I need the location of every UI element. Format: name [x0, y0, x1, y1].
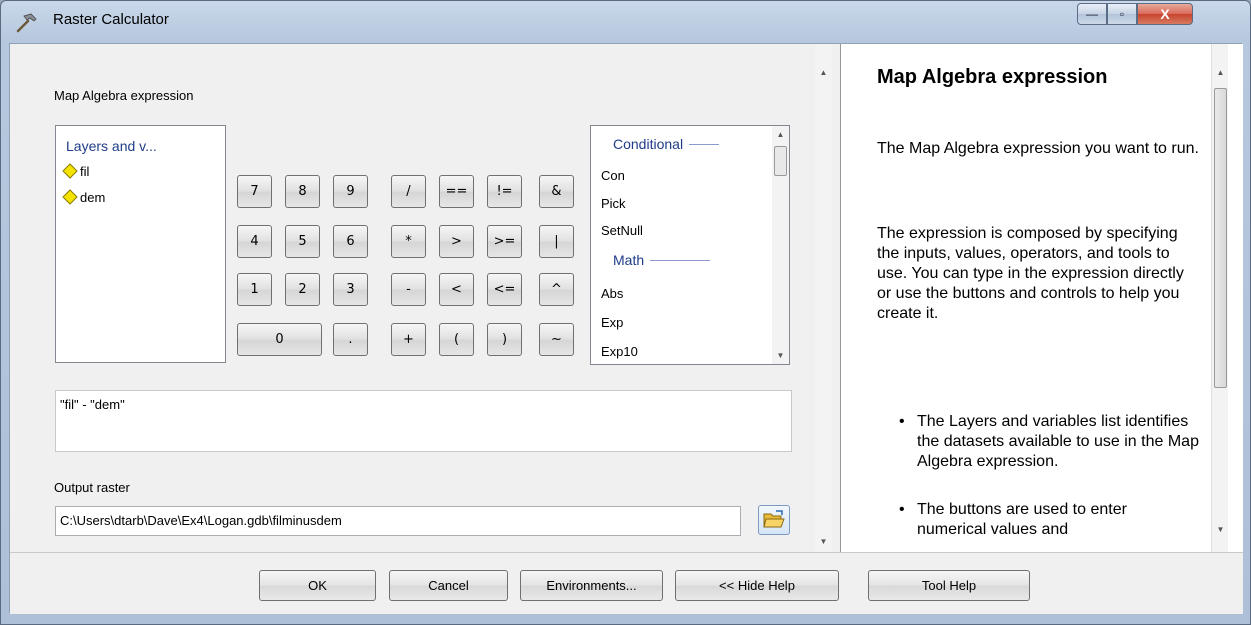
maximize-button[interactable]: ▫ [1107, 3, 1137, 25]
tool-item-abs[interactable]: Abs [601, 286, 623, 301]
category-conditional: Conditional [613, 136, 720, 152]
layer-item-dem[interactable]: dem [62, 189, 105, 205]
key-close-paren[interactable]: ) [487, 323, 522, 356]
key-less-equal[interactable]: <= [487, 273, 522, 306]
key-2[interactable]: 2 [285, 273, 320, 306]
tool-item-pick[interactable]: Pick [601, 196, 626, 211]
scroll-down-arrow-icon[interactable]: ▼ [815, 533, 832, 550]
output-raster-input[interactable]: C:\Users\dtarb\Dave\Ex4\Logan.gdb\filmin… [55, 506, 741, 536]
expression-textbox[interactable]: "fil" - "dem" [55, 390, 792, 452]
close-icon: X [1160, 6, 1170, 22]
tool-item-setnull[interactable]: SetNull [601, 223, 643, 238]
key-plus[interactable]: + [391, 323, 426, 356]
key-not[interactable]: ~ [539, 323, 574, 356]
scroll-up-arrow-icon[interactable]: ▲ [772, 126, 789, 143]
raster-layer-diamond-icon [62, 189, 78, 205]
key-less[interactable]: < [439, 273, 474, 306]
help-bullet: The buttons are used to enter numerical … [899, 500, 1199, 540]
key-8[interactable]: 8 [285, 175, 320, 208]
dialog-button-bar: OK Cancel Environments... << Hide Help T… [10, 552, 1243, 614]
key-or[interactable]: | [539, 225, 574, 258]
key-open-paren[interactable]: ( [439, 323, 474, 356]
key-greater-equal[interactable]: >= [487, 225, 522, 258]
close-button[interactable]: X [1137, 3, 1193, 25]
tools-list[interactable]: Conditional Con Pick SetNull Math Abs Ex… [590, 125, 790, 365]
layer-name: dem [80, 189, 106, 205]
title-bar[interactable]: Raster Calculator — ▫ X [1, 1, 1250, 43]
raster-layer-diamond-icon [62, 163, 78, 179]
expression-label: Map Algebra expression [54, 88, 194, 103]
key-7[interactable]: 7 [237, 175, 272, 208]
raster-calculator-window: Raster Calculator — ▫ X Map Algebra expr… [0, 0, 1251, 625]
key-divide[interactable]: / [391, 175, 426, 208]
key-equal[interactable]: == [439, 175, 474, 208]
layers-list-header: Layers and v... [66, 138, 157, 154]
scroll-thumb[interactable] [774, 146, 787, 176]
scroll-down-arrow-icon[interactable]: ▼ [1212, 521, 1229, 538]
key-not-equal[interactable]: != [487, 175, 522, 208]
key-3[interactable]: 3 [333, 273, 368, 306]
maximize-icon: ▫ [1119, 7, 1125, 21]
help-paragraph: The expression is composed by specifying… [877, 225, 1184, 322]
hammer-icon [16, 13, 37, 33]
layer-name: fil [80, 163, 90, 179]
key-9[interactable]: 9 [333, 175, 368, 208]
help-scrollbar[interactable]: ▲ ▼ [1211, 44, 1228, 552]
key-multiply[interactable]: * [391, 225, 426, 258]
category-label: Math [613, 252, 645, 268]
output-raster-label: Output raster [54, 480, 130, 495]
browse-button[interactable] [758, 505, 790, 535]
key-greater[interactable]: > [439, 225, 474, 258]
minimize-icon: — [1086, 7, 1098, 21]
layers-variables-list[interactable]: Layers and v... fil dem [55, 125, 226, 363]
help-title: Map Algebra expression [877, 66, 1108, 88]
tool-item-con[interactable]: Con [601, 168, 625, 183]
environments-button[interactable]: Environments... [520, 570, 663, 601]
layer-item-fil[interactable]: fil [62, 163, 89, 179]
category-label: Conditional [613, 136, 684, 152]
parameters-pane: Map Algebra expression Layers and v... f… [10, 44, 832, 552]
key-6[interactable]: 6 [333, 225, 368, 258]
help-bullet: The Layers and variables list identifies… [899, 412, 1199, 472]
key-minus[interactable]: - [391, 273, 426, 306]
key-0[interactable]: 0 [237, 323, 322, 356]
open-folder-icon [763, 510, 785, 528]
ok-button[interactable]: OK [259, 570, 376, 601]
hide-help-button[interactable]: << Hide Help [675, 570, 839, 601]
key-decimal[interactable]: . [333, 323, 368, 356]
minimize-button[interactable]: — [1077, 3, 1107, 25]
cancel-button[interactable]: Cancel [389, 570, 508, 601]
scroll-up-arrow-icon[interactable]: ▲ [1212, 64, 1229, 81]
scroll-up-arrow-icon[interactable]: ▲ [815, 64, 832, 81]
help-pane: Map Algebra expression The Map Algebra e… [840, 44, 1243, 552]
tool-item-exp[interactable]: Exp [601, 315, 623, 330]
category-math: Math [613, 252, 711, 268]
tool-item-exp10[interactable]: Exp10 [601, 344, 638, 359]
dialog-client-area: Map Algebra expression Layers and v... f… [9, 43, 1243, 614]
scroll-thumb[interactable] [1214, 88, 1227, 388]
parameters-scrollbar[interactable]: ▲ ▼ [815, 44, 832, 552]
key-4[interactable]: 4 [237, 225, 272, 258]
window-title: Raster Calculator [53, 11, 169, 28]
key-xor[interactable]: ^ [539, 273, 574, 306]
key-and[interactable]: & [539, 175, 574, 208]
key-1[interactable]: 1 [237, 273, 272, 306]
tool-help-button[interactable]: Tool Help [868, 570, 1030, 601]
key-5[interactable]: 5 [285, 225, 320, 258]
scroll-down-arrow-icon[interactable]: ▼ [772, 347, 789, 364]
tools-list-scrollbar[interactable]: ▲ ▼ [772, 126, 789, 364]
help-paragraph: The Map Algebra expression you want to r… [877, 140, 1199, 157]
